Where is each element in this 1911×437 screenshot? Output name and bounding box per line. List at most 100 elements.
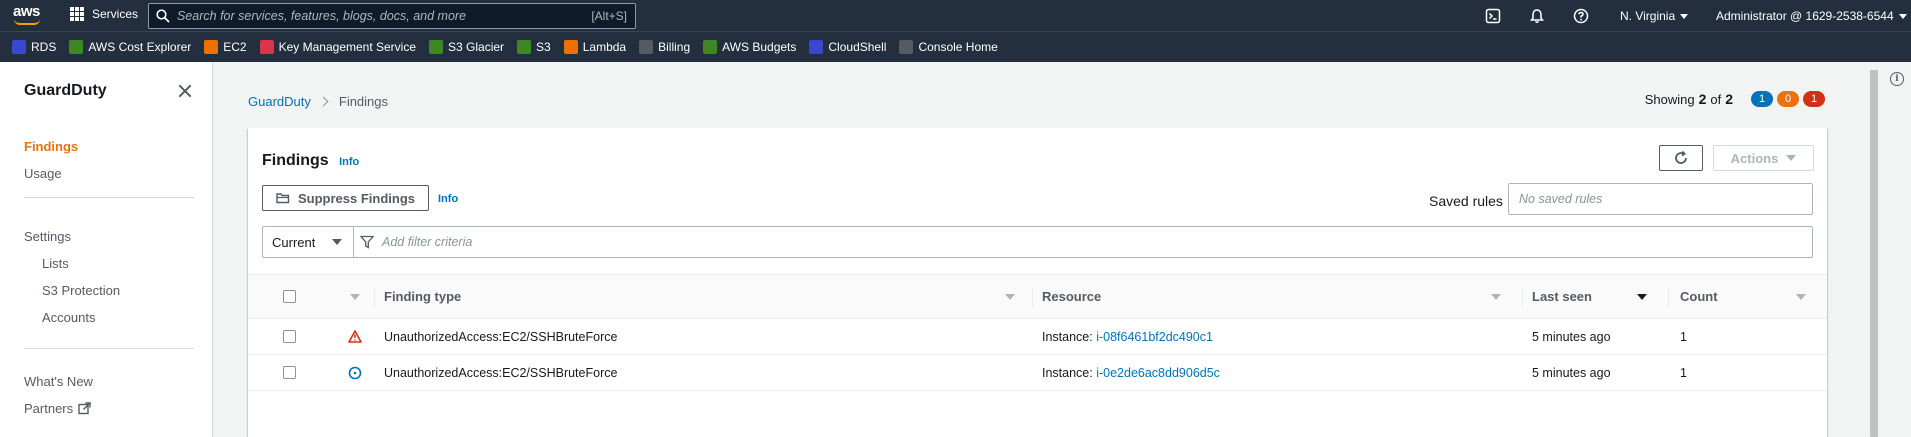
last-seen-cell: 5 minutes ago — [1532, 329, 1611, 344]
sort-count-icon[interactable] — [1796, 294, 1806, 300]
favorite-label: CloudShell — [828, 40, 887, 54]
grid-icon — [70, 7, 84, 21]
severity-low-badge[interactable]: 1 — [1751, 91, 1773, 107]
service-icon — [563, 40, 578, 54]
row-checkbox[interactable] — [283, 366, 296, 379]
saved-rules-label: Saved rules — [1429, 193, 1503, 209]
sidebar-item-findings[interactable]: Findings — [24, 139, 78, 154]
warning-triangle-icon — [348, 319, 362, 354]
help-icon[interactable] — [1571, 6, 1591, 26]
refresh-icon — [1675, 150, 1687, 164]
sort-last-seen-icon[interactable] — [1637, 294, 1647, 300]
suppress-findings-button[interactable]: Suppress Findings — [262, 185, 429, 211]
service-icon — [639, 40, 654, 54]
refresh-button[interactable] — [1659, 145, 1703, 171]
service-icon — [517, 40, 532, 54]
favorite-cloudshell[interactable]: CloudShell — [809, 40, 886, 54]
favorite-label: Billing — [658, 40, 691, 54]
sort-severity-icon[interactable] — [350, 294, 360, 300]
chevron-down-icon — [1786, 155, 1797, 161]
column-header-finding-type[interactable]: Finding type — [384, 275, 461, 318]
sidebar-item-usage[interactable]: Usage — [24, 166, 62, 181]
sidebar-item-lists[interactable]: Lists — [42, 256, 69, 271]
filter-scope-select[interactable]: Current — [263, 227, 354, 257]
favorite-s3-glacier[interactable]: S3 Glacier — [429, 40, 504, 54]
panel-header: Findings Info — [262, 152, 359, 170]
sidebar: GuardDuty Findings Usage Settings Lists … — [0, 62, 213, 437]
showing-count: 2 — [1698, 91, 1707, 107]
suppress-info-link[interactable]: Info — [438, 193, 458, 205]
funnel-icon — [354, 235, 380, 249]
sidebar-item-whats-new[interactable]: What's New — [24, 374, 93, 389]
select-all-checkbox[interactable] — [283, 290, 296, 303]
suppress-findings-label: Suppress Findings — [297, 190, 415, 206]
cloudshell-icon[interactable] — [1483, 6, 1503, 26]
scrollbar-thumb[interactable] — [1870, 70, 1878, 437]
column-header-last-seen[interactable]: Last seen — [1532, 275, 1592, 318]
severity-high-badge[interactable]: 1 — [1803, 91, 1825, 107]
info-link[interactable]: Info — [339, 156, 359, 168]
account-label: Administrator @ 1629-2538-6544 — [1716, 8, 1894, 23]
column-header-count[interactable]: Count — [1680, 275, 1718, 318]
favorite-label: Key Management Service — [278, 40, 417, 54]
favorite-aws-budgets[interactable]: AWS Budgets — [703, 40, 796, 54]
services-menu-button[interactable]: Services — [70, 7, 138, 21]
favorite-label: Lambda — [582, 40, 627, 54]
region-label: N. Virginia — [1620, 8, 1676, 23]
region-selector[interactable]: N. Virginia — [1620, 8, 1689, 23]
folder-icon — [276, 193, 290, 204]
info-panel-icon[interactable]: i — [1890, 72, 1904, 86]
favorite-rds[interactable]: RDS — [12, 40, 56, 54]
service-icon — [429, 40, 444, 54]
column-separator — [1522, 288, 1523, 308]
search-input[interactable] — [177, 9, 592, 23]
bell-icon[interactable] — [1527, 6, 1547, 26]
favorite-billing[interactable]: Billing — [639, 40, 690, 54]
favorite-aws-cost-explorer[interactable]: AWS Cost Explorer — [69, 40, 191, 54]
sort-finding-type-icon[interactable] — [1005, 294, 1015, 300]
table-row[interactable]: UnauthorizedAccess:EC2/SSHBruteForce Ins… — [248, 355, 1827, 391]
favorite-ec2[interactable]: EC2 — [204, 40, 247, 54]
resource-prefix: Instance: — [1042, 329, 1097, 344]
account-menu[interactable]: Administrator @ 1629-2538-6544 — [1716, 9, 1907, 23]
resource-cell: Instance: i-08f6461bf2dc490c1 — [1042, 319, 1213, 354]
count-cell: 1 — [1680, 329, 1687, 344]
table-row[interactable]: UnauthorizedAccess:EC2/SSHBruteForce Ins… — [248, 319, 1827, 355]
count-cell: 1 — [1680, 365, 1687, 380]
resource-link[interactable]: i-08f6461bf2dc490c1 — [1096, 330, 1213, 344]
sidebar-item-partners[interactable]: Partners — [24, 401, 91, 416]
row-select-cell — [283, 319, 296, 354]
sidebar-item-s3-protection[interactable]: S3 Protection — [42, 283, 120, 298]
saved-rules-select[interactable]: No saved rules — [1508, 183, 1813, 215]
sidebar-item-accounts[interactable]: Accounts — [42, 310, 95, 325]
favorite-console-home[interactable]: Console Home — [899, 40, 998, 54]
sort-resource-icon[interactable] — [1491, 294, 1501, 300]
service-icon — [899, 40, 914, 54]
row-checkbox[interactable] — [283, 330, 296, 343]
info-circle-icon — [348, 355, 362, 390]
filter-input[interactable]: Add filter criteria — [382, 235, 472, 249]
showing-of: of — [1710, 91, 1722, 107]
findings-table: Finding type Resource Last seen Count Un… — [248, 274, 1827, 391]
search-shortcut: [Alt+S] — [591, 9, 627, 23]
favorite-key-management-service[interactable]: Key Management Service — [259, 40, 417, 54]
filter-scope-value: Current — [272, 234, 316, 250]
severity-medium-badge[interactable]: 0 — [1777, 91, 1799, 107]
favorite-lambda[interactable]: Lambda — [563, 40, 627, 54]
actions-dropdown[interactable]: Actions — [1713, 145, 1814, 171]
last-seen-cell: 5 minutes ago — [1532, 365, 1611, 380]
column-separator — [1032, 288, 1033, 308]
resource-cell: Instance: i-0e2de6ac8dd906d5c — [1042, 355, 1220, 390]
sidebar-divider — [24, 348, 194, 349]
favorite-s3[interactable]: S3 — [517, 40, 551, 54]
breadcrumb-guardduty[interactable]: GuardDuty — [248, 94, 311, 109]
actions-label: Actions — [1730, 150, 1779, 166]
resource-link[interactable]: i-0e2de6ac8dd906d5c — [1096, 366, 1220, 380]
aws-logo[interactable]: aws — [13, 3, 43, 27]
sidebar-item-settings[interactable]: Settings — [24, 229, 71, 244]
chevron-down-icon — [1680, 13, 1689, 19]
search-box[interactable]: [Alt+S] — [148, 3, 636, 29]
column-header-resource[interactable]: Resource — [1042, 275, 1101, 318]
close-icon[interactable] — [176, 82, 194, 100]
column-separator — [1668, 288, 1669, 308]
